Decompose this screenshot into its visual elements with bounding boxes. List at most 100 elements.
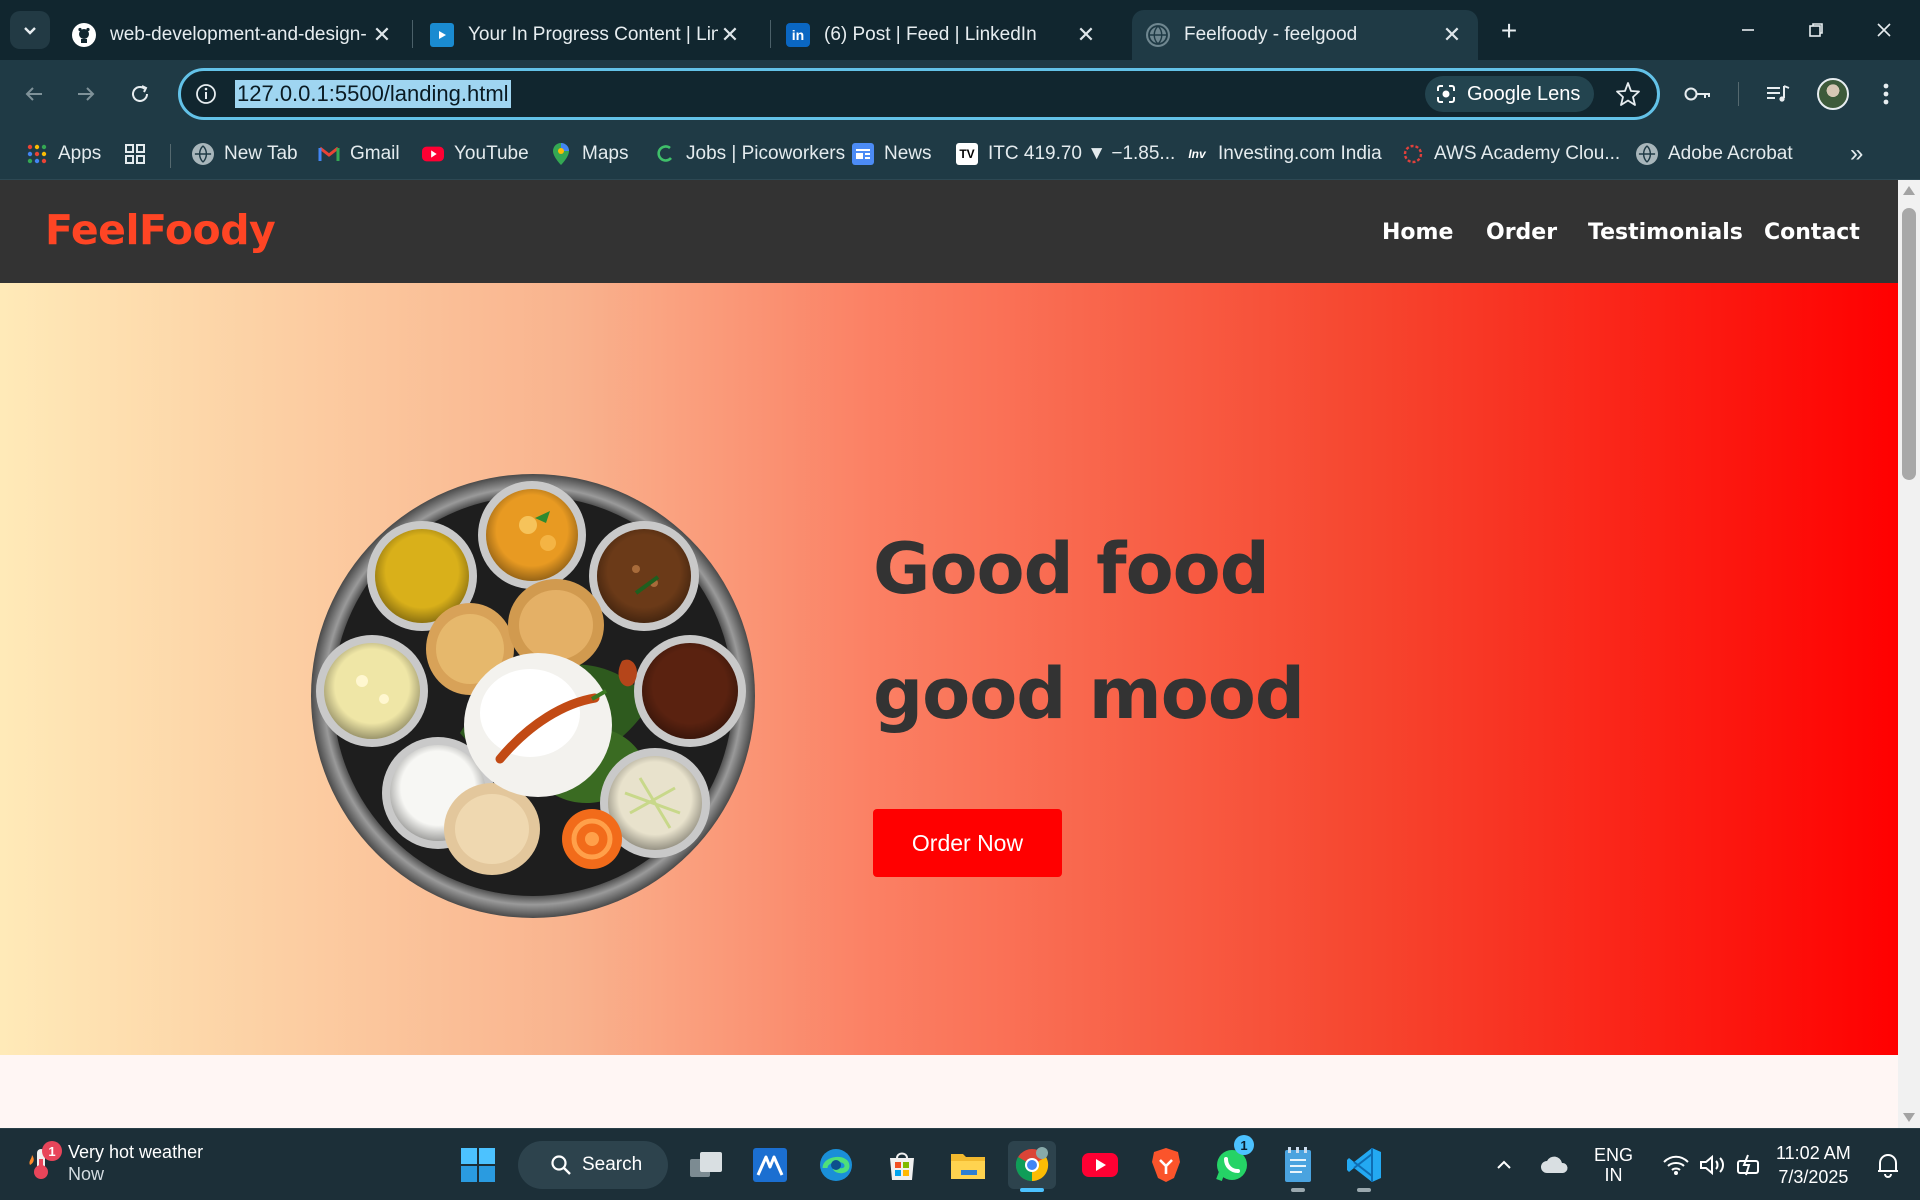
hero-headline-line-1: Good food bbox=[873, 528, 1270, 610]
bookmark-investing[interactable]: Inv Investing.com India bbox=[1186, 140, 1381, 168]
close-icon[interactable]: ✕ bbox=[1074, 22, 1098, 48]
page-viewport: FeelFoody Home Order Testimonials Contac… bbox=[0, 180, 1898, 1128]
taskbar-app-m[interactable] bbox=[746, 1141, 794, 1189]
media-controls-button[interactable] bbox=[1758, 74, 1798, 114]
notifications-button[interactable] bbox=[1868, 1141, 1908, 1189]
bookmark-star-icon[interactable] bbox=[1611, 77, 1645, 111]
maps-icon bbox=[550, 143, 572, 165]
forward-button[interactable] bbox=[66, 74, 106, 114]
language-indicator[interactable]: ENG IN bbox=[1594, 1145, 1633, 1185]
key-icon bbox=[1684, 87, 1710, 101]
bookmark-maps[interactable]: Maps bbox=[550, 140, 628, 168]
running-app-indicator bbox=[1291, 1188, 1305, 1192]
bookmark-apps[interactable]: Apps bbox=[26, 140, 101, 168]
bookmark-label: Maps bbox=[582, 143, 629, 164]
vscode-icon bbox=[1347, 1148, 1381, 1182]
weather-widget[interactable]: 1 Very hot weather Now bbox=[26, 1141, 203, 1185]
tab-linkedin-learning[interactable]: Your In Progress Content | Linke ✕ bbox=[416, 10, 756, 60]
tab-feelfoody[interactable]: Feelfoody - feelgood ✕ bbox=[1132, 10, 1478, 60]
address-bar[interactable]: 127.0.0.1:5500/landing.html Google Lens bbox=[178, 68, 1660, 120]
tab-strip: web-development-and-design- ✕ Your In Pr… bbox=[0, 0, 1920, 60]
close-window-button[interactable] bbox=[1854, 10, 1914, 50]
browser-toolbar: 127.0.0.1:5500/landing.html Google Lens bbox=[0, 60, 1920, 128]
bookmark-new-tab[interactable]: New Tab bbox=[192, 140, 298, 168]
taskbar-search[interactable]: Search bbox=[518, 1141, 668, 1189]
google-lens-button[interactable]: Google Lens bbox=[1425, 76, 1595, 112]
taskbar-chrome[interactable] bbox=[1008, 1141, 1056, 1192]
profile-avatar[interactable] bbox=[1817, 78, 1849, 110]
bookmark-youtube[interactable]: YouTube bbox=[422, 140, 529, 168]
bookmark-adobe-acrobat[interactable]: Adobe Acrobat bbox=[1636, 140, 1793, 168]
tab-search-button[interactable] bbox=[10, 11, 50, 49]
close-icon[interactable]: ✕ bbox=[370, 22, 394, 48]
close-icon[interactable]: ✕ bbox=[1440, 22, 1464, 48]
taskbar-whatsapp[interactable]: 1 bbox=[1208, 1135, 1256, 1189]
hero-section: Good food good mood Order Now bbox=[0, 283, 1898, 1055]
bookmark-picoworkers[interactable]: Jobs | Picoworkers bbox=[654, 140, 845, 168]
site-logo[interactable]: FeelFoody bbox=[45, 206, 276, 254]
tab-title: (6) Post | Feed | LinkedIn bbox=[824, 24, 1037, 45]
bookmark-label: AWS Academy Clou... bbox=[1434, 143, 1621, 164]
arrow-left-icon bbox=[25, 87, 42, 101]
new-tab-button[interactable]: + bbox=[1492, 14, 1526, 48]
scroll-down-arrow-icon[interactable] bbox=[1903, 1113, 1915, 1122]
volume-icon bbox=[1700, 1154, 1724, 1176]
bookmark-divider bbox=[170, 144, 171, 168]
tab-github[interactable]: web-development-and-design- ✕ bbox=[58, 10, 408, 60]
kebab-menu-icon bbox=[1883, 83, 1889, 105]
clock[interactable]: 11:02 AM 7/3/2025 bbox=[1776, 1141, 1851, 1189]
reload-icon bbox=[132, 85, 148, 102]
taskbar-edge[interactable] bbox=[812, 1141, 860, 1189]
nav-link-home[interactable]: Home bbox=[1382, 220, 1453, 245]
nav-link-testimonials[interactable]: Testimonials bbox=[1588, 220, 1743, 245]
bookmark-label: Adobe Acrobat bbox=[1668, 143, 1793, 164]
taskbar-youtube[interactable] bbox=[1076, 1141, 1124, 1189]
chrome-menu-button[interactable] bbox=[1866, 74, 1906, 114]
bookmark-label: Apps bbox=[58, 143, 102, 164]
password-manager-button[interactable] bbox=[1678, 74, 1718, 114]
tab-title: Feelfoody - feelgood bbox=[1184, 24, 1358, 45]
language-code: ENG bbox=[1594, 1145, 1634, 1165]
order-now-button[interactable]: Order Now bbox=[873, 809, 1062, 877]
site-info-icon[interactable] bbox=[193, 81, 219, 107]
nav-link-contact[interactable]: Contact bbox=[1764, 220, 1860, 245]
taskbar-notepad[interactable] bbox=[1274, 1141, 1322, 1192]
gmail-icon bbox=[318, 143, 340, 165]
taskbar-brave[interactable] bbox=[1142, 1141, 1190, 1189]
scrollbar-thumb[interactable] bbox=[1902, 208, 1916, 480]
tab-linkedin-feed[interactable]: in (6) Post | Feed | LinkedIn ✕ bbox=[772, 10, 1112, 60]
bookmarks-overflow-button[interactable]: » bbox=[1850, 140, 1863, 168]
bookmark-aws-academy[interactable]: AWS Academy Clou... bbox=[1402, 140, 1620, 168]
hero-headline-line-2: good mood bbox=[873, 653, 1305, 735]
page-scrollbar[interactable] bbox=[1898, 180, 1920, 1128]
tab-title: Your In Progress Content | Linke bbox=[468, 24, 718, 45]
close-icon[interactable]: ✕ bbox=[718, 22, 742, 48]
taskbar-file-explorer[interactable] bbox=[944, 1141, 992, 1189]
taskbar-ms-store[interactable] bbox=[878, 1141, 926, 1189]
app-m-icon bbox=[753, 1148, 787, 1182]
scroll-up-arrow-icon[interactable] bbox=[1903, 186, 1915, 195]
quick-settings-button[interactable] bbox=[1650, 1141, 1776, 1189]
taskbar-vscode[interactable] bbox=[1340, 1141, 1388, 1192]
show-hidden-icons-button[interactable] bbox=[1484, 1141, 1524, 1189]
running-app-indicator bbox=[1357, 1188, 1371, 1192]
back-button[interactable] bbox=[14, 74, 54, 114]
youtube-icon bbox=[1082, 1153, 1118, 1177]
bookmark-itc[interactable]: TV ITC 419.70 ▼ −1.85... bbox=[956, 140, 1175, 168]
onedrive-button[interactable] bbox=[1532, 1141, 1576, 1189]
active-app-indicator bbox=[1020, 1188, 1044, 1192]
minimize-button[interactable] bbox=[1718, 10, 1778, 50]
tab-groups-button[interactable] bbox=[124, 140, 146, 168]
whatsapp-notification-badge: 1 bbox=[1234, 1135, 1254, 1155]
nav-link-order[interactable]: Order bbox=[1486, 220, 1557, 245]
task-view-button[interactable] bbox=[682, 1141, 730, 1189]
reload-button[interactable] bbox=[120, 74, 160, 114]
restore-button[interactable] bbox=[1786, 10, 1846, 50]
bookmark-gmail[interactable]: Gmail bbox=[318, 140, 400, 168]
start-button[interactable] bbox=[454, 1141, 502, 1189]
bookmark-news[interactable]: News bbox=[852, 140, 932, 168]
bookmark-label: ITC 419.70 ▼ −1.85... bbox=[988, 143, 1176, 164]
url-text[interactable]: 127.0.0.1:5500/landing.html bbox=[235, 80, 511, 108]
toolbar-divider bbox=[1738, 82, 1739, 106]
weather-subtitle: Now bbox=[68, 1164, 105, 1184]
